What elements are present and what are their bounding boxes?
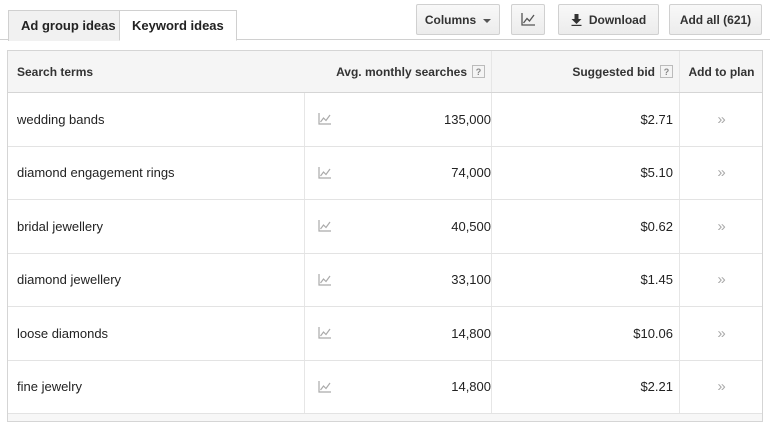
add-to-plan-button[interactable]: » <box>679 253 763 306</box>
search-term: diamond engagement rings <box>17 165 175 181</box>
header-add-to-plan-label: Add to plan <box>688 64 755 79</box>
trend-chart-icon[interactable] <box>317 166 332 179</box>
tab-keyword-ideas[interactable]: Keyword ideas <box>119 10 237 41</box>
line-chart-icon <box>520 13 535 26</box>
suggested-bid-cell: $10.06 <box>491 307 679 360</box>
trend-chart-icon[interactable] <box>317 380 332 393</box>
suggested-bid: $5.10 <box>640 165 673 181</box>
avg-monthly-searches-cell: 135,000 <box>344 93 491 146</box>
add-all-button[interactable]: Add all (621) <box>669 4 762 35</box>
header-suggested-bid-label: Suggested bid <box>572 64 655 79</box>
add-to-plan-button[interactable]: » <box>679 93 763 146</box>
avg-monthly-searches: 14,800 <box>451 325 491 341</box>
chart-button[interactable] <box>511 4 545 35</box>
add-to-plan-button[interactable]: » <box>679 200 763 253</box>
suggested-bid: $1.45 <box>640 272 673 288</box>
add-to-plan-button[interactable]: » <box>679 307 763 360</box>
suggested-bid-cell: $1.45 <box>491 253 679 306</box>
suggested-bid-cell: $2.71 <box>491 93 679 146</box>
trend-chart-icon[interactable] <box>317 113 332 125</box>
suggested-bid: $2.21 <box>640 379 673 395</box>
table-footer <box>7 414 763 422</box>
table-row: wedding bands 135,000 $2.71 » <box>8 93 762 147</box>
add-to-plan-button[interactable]: » <box>679 360 763 413</box>
download-icon <box>571 13 582 26</box>
search-term: loose diamonds <box>17 325 109 341</box>
header-suggested-bid[interactable]: Suggested bid ? <box>491 51 679 92</box>
avg-monthly-searches-cell: 40,500 <box>344 200 491 253</box>
add-to-plan-icon: » <box>717 378 726 396</box>
search-term: wedding bands <box>17 111 105 127</box>
trend-chart-cell[interactable] <box>304 307 344 360</box>
search-term: fine jewelry <box>17 379 83 395</box>
search-term: diamond jewellery <box>17 272 122 288</box>
trend-chart-cell[interactable] <box>304 93 344 146</box>
search-term-cell: fine jewelry <box>17 361 297 414</box>
trend-chart-cell[interactable] <box>304 146 344 199</box>
search-term-cell: wedding bands <box>17 93 297 146</box>
header-avg-monthly-searches-label: Avg. monthly searches <box>336 64 467 79</box>
download-button-label: Download <box>588 12 647 27</box>
add-to-plan-icon: » <box>717 217 726 235</box>
suggested-bid-cell: $2.21 <box>491 360 679 413</box>
help-icon[interactable]: ? <box>660 65 673 78</box>
add-to-plan-icon: » <box>717 271 726 289</box>
suggested-bid: $10.06 <box>633 325 673 341</box>
table-row: diamond jewellery 33,100 $1.45 » <box>8 253 763 307</box>
add-to-plan-icon: » <box>717 164 726 182</box>
avg-monthly-searches-cell: 14,800 <box>344 361 491 414</box>
trend-chart-cell[interactable] <box>304 200 344 253</box>
avg-monthly-searches-cell: 33,100 <box>344 254 491 307</box>
table-row: diamond engagement rings 74,000 $5.10 » <box>8 146 763 200</box>
avg-monthly-searches: 135,000 <box>444 111 491 127</box>
add-to-plan-icon: » <box>717 110 726 128</box>
search-term: bridal jewellery <box>17 218 103 234</box>
tab-ad-group-ideas[interactable]: Ad group ideas <box>8 10 129 41</box>
table-row: loose diamonds 14,800 $10.06 » <box>8 307 762 361</box>
avg-monthly-searches-cell: 14,800 <box>344 307 491 360</box>
table-header-row: Search terms Avg. monthly searches ? Sug… <box>8 51 762 93</box>
help-icon[interactable]: ? <box>472 65 485 78</box>
trend-chart-cell[interactable] <box>304 253 344 306</box>
suggested-bid-cell: $0.62 <box>491 200 679 253</box>
keyword-table: Search terms Avg. monthly searches ? Sug… <box>7 50 763 415</box>
search-term-cell: diamond engagement rings <box>17 147 297 200</box>
add-to-plan-button[interactable]: » <box>679 146 763 199</box>
suggested-bid-cell: $5.10 <box>491 146 679 199</box>
search-term-cell: diamond jewellery <box>17 254 297 307</box>
header-search-terms[interactable]: Search terms <box>17 51 297 92</box>
add-to-plan-icon: » <box>717 324 726 342</box>
columns-button-label: Columns <box>424 12 477 27</box>
trend-chart-icon[interactable] <box>317 220 332 232</box>
trend-chart-icon[interactable] <box>317 327 332 339</box>
avg-monthly-searches-cell: 74,000 <box>344 147 491 200</box>
chevron-down-icon <box>483 18 492 23</box>
download-button[interactable]: Download <box>558 4 659 35</box>
add-all-button-label: Add all (621) <box>679 12 752 27</box>
top-bar: Ad group ideas Keyword ideas Columns Dow… <box>0 0 770 41</box>
search-term-cell: loose diamonds <box>17 307 297 360</box>
suggested-bid: $0.62 <box>640 218 673 234</box>
avg-monthly-searches: 14,800 <box>451 379 491 395</box>
trend-chart-icon[interactable] <box>317 273 332 286</box>
avg-monthly-searches: 40,500 <box>451 218 491 234</box>
table-row: bridal jewellery 40,500 $0.62 » <box>8 200 762 254</box>
suggested-bid: $2.71 <box>640 111 673 127</box>
avg-monthly-searches: 33,100 <box>451 272 491 288</box>
table-row: fine jewelry 14,800 $2.21 » <box>8 360 763 414</box>
search-term-cell: bridal jewellery <box>17 200 297 253</box>
columns-button[interactable]: Columns <box>416 4 500 35</box>
header-avg-monthly-searches[interactable]: Avg. monthly searches ? <box>304 51 491 92</box>
header-add-to-plan: Add to plan <box>679 51 763 92</box>
avg-monthly-searches: 74,000 <box>451 165 491 181</box>
trend-chart-cell[interactable] <box>304 360 344 413</box>
